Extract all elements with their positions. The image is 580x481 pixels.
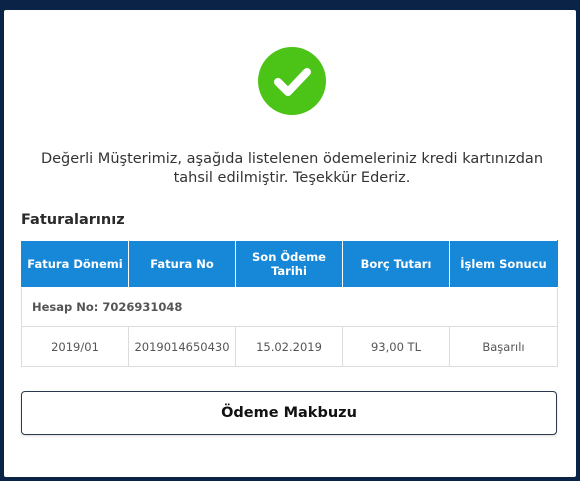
column-header: İşlem Sonucu — [449, 240, 558, 288]
column-header: Borç Tutarı — [342, 240, 450, 288]
payment-result-panel: Değerli Müşterimiz, aşağıda listelenen ö… — [4, 10, 576, 477]
section-title: Faturalarınız — [21, 212, 125, 228]
debt-amount: 93,00 TL — [342, 326, 450, 367]
transaction-result: Başarılı — [449, 326, 558, 367]
invoice-table: Fatura Dönemi Fatura No Son Ödeme Tarihi… — [21, 240, 558, 367]
table-row: 2019/01 2019014650430 15.02.2019 93,00 T… — [21, 326, 558, 367]
due-date: 15.02.2019 — [235, 326, 343, 367]
invoice-number: 2019014650430 — [128, 326, 236, 367]
invoice-period: 2019/01 — [21, 326, 129, 367]
check-circle-icon — [258, 47, 326, 115]
success-message: Değerli Müşterimiz, aşağıda listelenen ö… — [40, 151, 544, 186]
account-row: Hesap No: 7026931048 — [21, 287, 558, 327]
column-header: Fatura Dönemi — [21, 240, 129, 288]
table-header-row: Fatura Dönemi Fatura No Son Ödeme Tarihi… — [21, 240, 558, 288]
column-header: Fatura No — [128, 240, 236, 288]
account-number: Hesap No: 7026931048 — [21, 287, 558, 327]
payment-receipt-button[interactable]: Ödeme Makbuzu — [21, 391, 557, 435]
column-header: Son Ödeme Tarihi — [235, 240, 343, 288]
